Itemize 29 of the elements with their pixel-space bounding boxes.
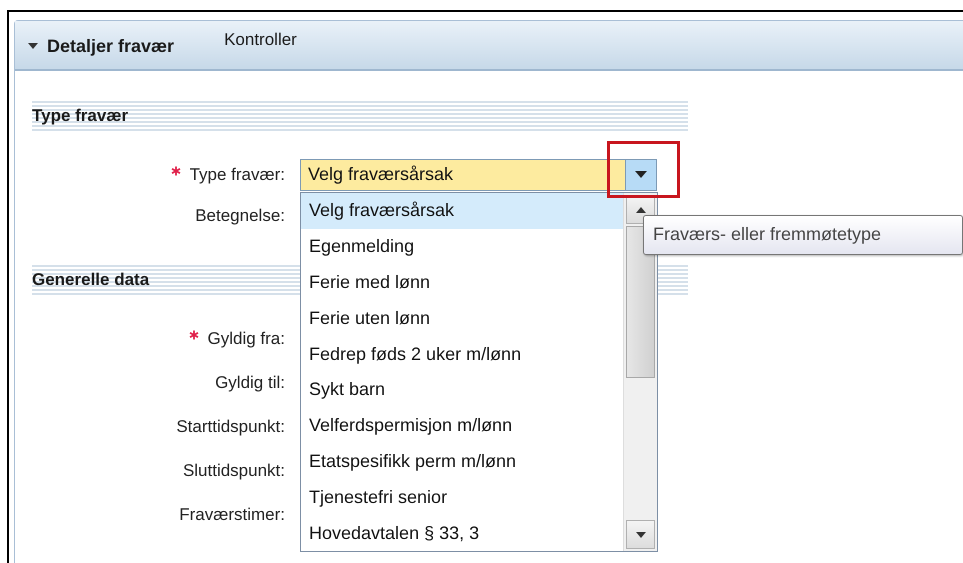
dropdown-option[interactable]: Ferie med lønn xyxy=(301,264,623,300)
scroll-down-button[interactable] xyxy=(626,520,655,549)
dropdown-option[interactable]: Etatspesifikk perm m/lønn xyxy=(301,444,623,480)
dropdown-option[interactable]: Egenmelding xyxy=(301,228,623,265)
dropdown-option[interactable]: Fedrep føds 2 uker m/lønn xyxy=(301,336,623,372)
dropdown-option[interactable]: Tjenestefri senior xyxy=(301,479,623,516)
collapse-toggle[interactable]: Detaljer fravær xyxy=(27,36,174,56)
scrollbar-thumb[interactable] xyxy=(626,226,655,378)
dropdown-option[interactable]: Sykt barn xyxy=(301,372,623,408)
caret-up-icon xyxy=(636,206,646,212)
field-label: Type fravær: xyxy=(190,164,285,184)
field-label: Sluttidspunkt: xyxy=(182,461,285,481)
field-label: Gyldig fra: xyxy=(208,329,285,349)
dropdown-option[interactable]: Velferdspermisjon m/lønn xyxy=(301,408,623,444)
dropdown-option[interactable]: Hovedavtalen § 33, 3 xyxy=(301,515,623,551)
section-title: Generelle data xyxy=(32,270,150,290)
section-title: Type fravær xyxy=(32,106,128,126)
field-label: Betegnelse: xyxy=(195,206,285,226)
dropdown-button[interactable] xyxy=(625,160,656,190)
dropdown-option[interactable]: Velg fraværsårsak xyxy=(301,193,623,229)
dropdown-field[interactable]: Velg fraværsårsak xyxy=(300,158,657,190)
tooltip: Fraværs- eller fremmøtetype xyxy=(643,215,963,255)
caret-down-icon xyxy=(635,170,647,178)
field-label: Fraværstimer: xyxy=(179,505,285,525)
caret-down-icon xyxy=(636,532,646,538)
dropdown-option[interactable]: Ferie uten lønn xyxy=(301,300,623,336)
field-label: Starttidspunkt: xyxy=(176,417,285,437)
tab[interactable]: Kontroller xyxy=(224,30,297,50)
field-label: Gyldig til: xyxy=(215,373,285,393)
